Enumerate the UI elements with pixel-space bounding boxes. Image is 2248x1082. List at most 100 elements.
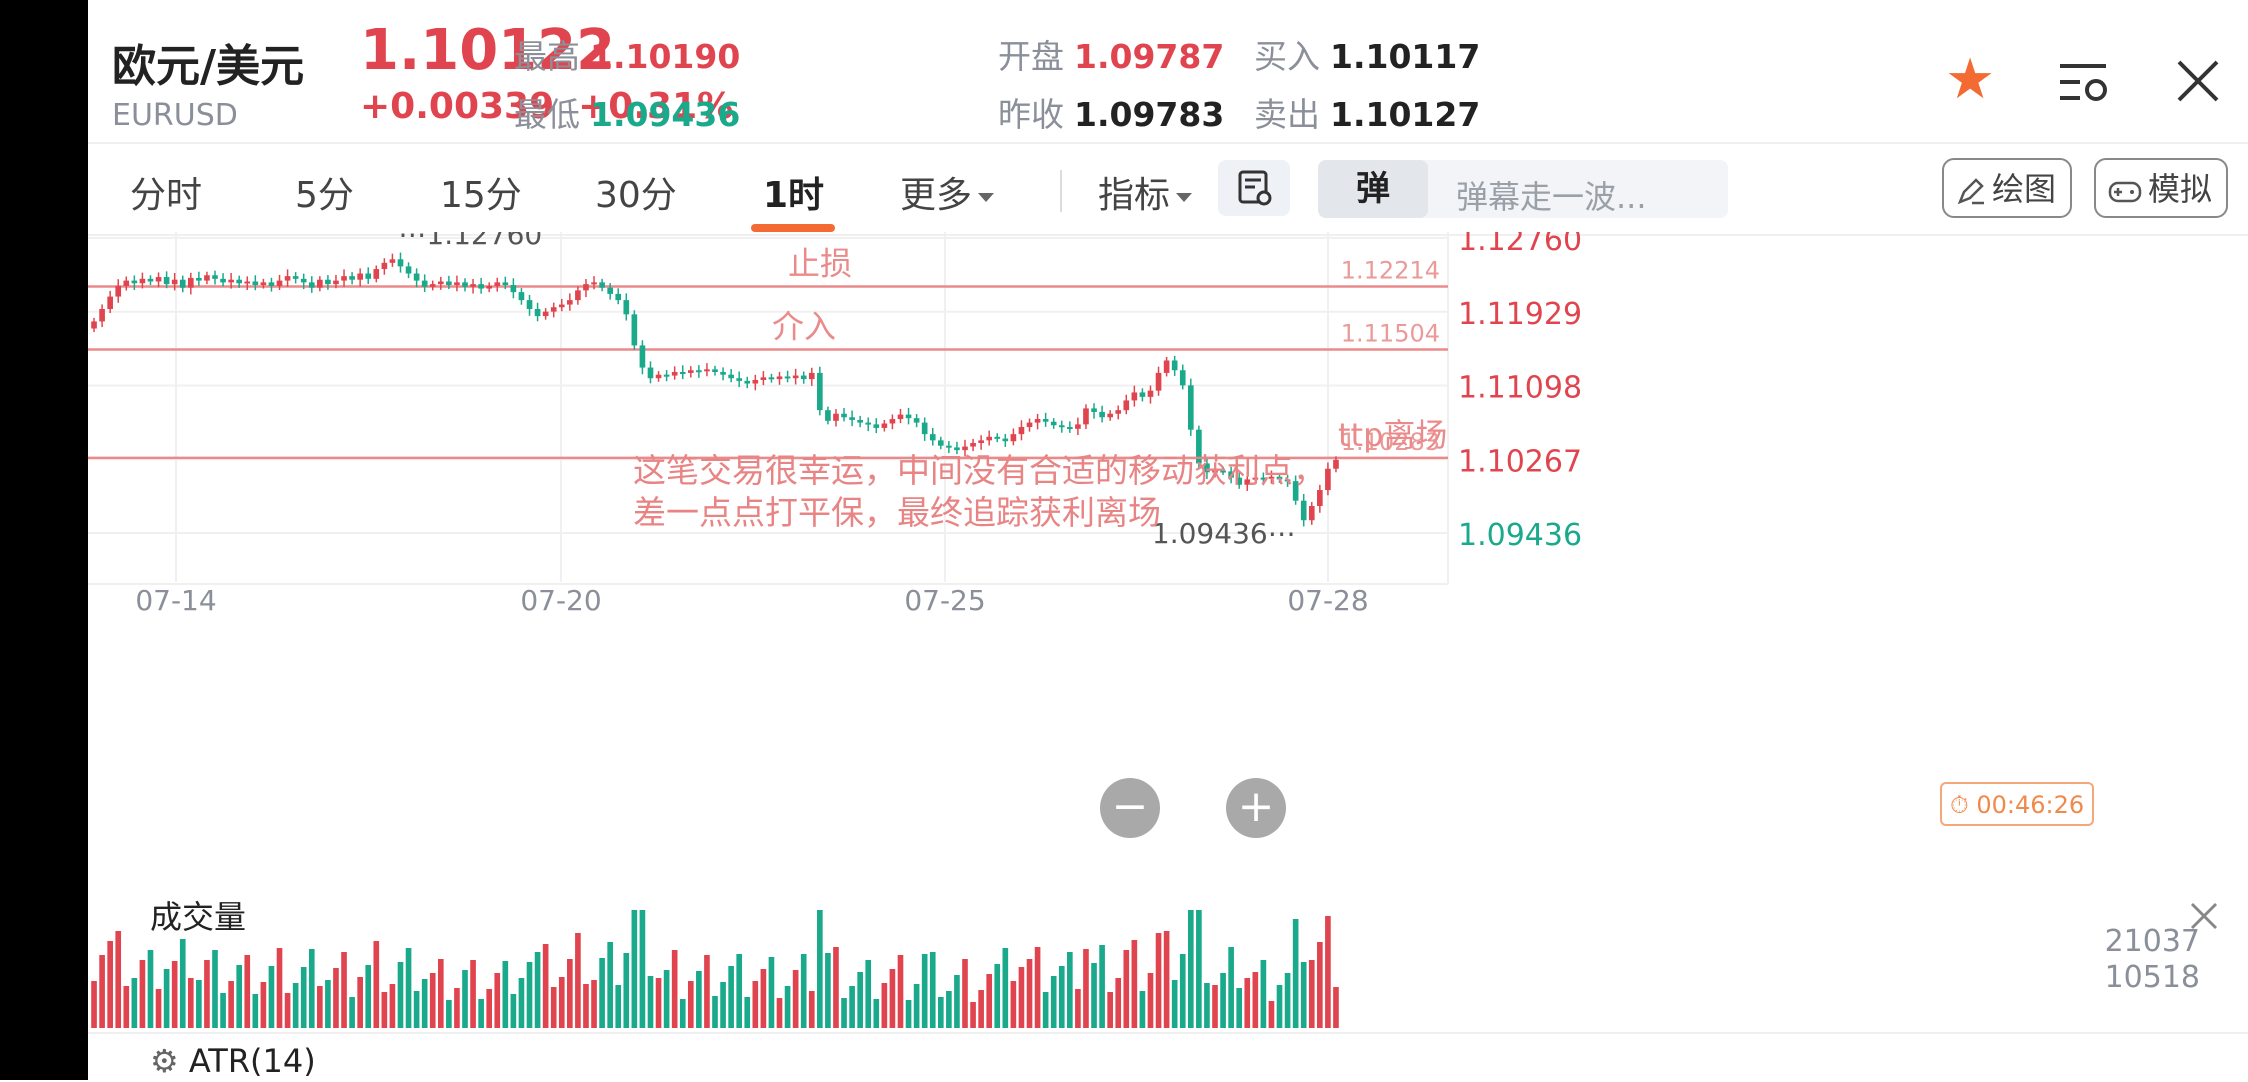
volume-bar [663,970,670,1028]
candle-body [1187,385,1194,430]
volume-bar [1187,910,1194,1028]
chart-settings-button[interactable] [1218,160,1290,216]
volume-bar [187,978,194,1028]
volume-bar [526,962,533,1028]
volume-bar [1050,976,1057,1028]
volume-bar [1228,947,1234,1028]
volume-bar [873,999,880,1028]
tab-15min[interactable]: 15分 [440,166,522,218]
simulate-button[interactable]: 模拟 [2094,158,2229,218]
volume-bar [825,953,831,1028]
volume-bar [567,959,573,1028]
volume-bar [91,981,97,1028]
volume-bar [478,999,484,1028]
candle-body [1010,434,1017,442]
volume-bar [1220,973,1226,1028]
volume-bar [954,975,960,1028]
candle-body [631,314,638,346]
volume-bar [784,986,791,1028]
volume-bar [986,974,993,1028]
volume-bar [317,986,323,1028]
volume-bar [518,978,525,1028]
volume-bar [437,959,444,1028]
volume-bar [534,952,541,1028]
candle-body [1115,410,1122,414]
volume-bar [728,966,734,1028]
volume-bar [599,958,605,1028]
volume-bar [671,950,678,1028]
candle-body [1058,425,1065,428]
danmu-toggle[interactable]: 弹 [1318,160,1428,218]
candle-body [607,287,613,294]
candle-body [1139,392,1146,397]
price-chart[interactable]: 1.12760 1.11929 1.11098 1.10267 1.09436 07-14… [88,232,2248,892]
candle-body [91,321,97,329]
volume-bar [889,969,896,1028]
candle-body [808,372,815,380]
quote-screen: 欧元/美元 EURUSD 1.10122 +0.00339 +0.31% 最高 1.… [88,0,2248,1080]
tab-1hour[interactable]: 1时 [763,166,824,218]
candle-body [308,282,315,288]
candle-body [994,436,1001,439]
candle-body [204,275,210,281]
volume-bar [155,989,162,1028]
volume-bar [163,969,170,1028]
clock-icon: ⏱ [1950,791,1969,819]
volume-bar [744,997,751,1028]
volume-bar [462,970,468,1028]
tab-timeshare[interactable]: 分时 [130,166,202,218]
indicator-dropdown[interactable]: 指标 [1098,166,1193,218]
tab-more[interactable]: 更多 [900,166,995,218]
volume-bar [1010,981,1017,1028]
candle-body [478,284,484,289]
candle-body [1163,360,1170,373]
tab-5min[interactable]: 5分 [295,166,354,218]
stat-bid: 买入 1.10117 [1254,37,1481,76]
volume-bar [244,955,251,1028]
candle-body [946,445,952,448]
volume-bar [946,991,952,1028]
level-price-label: 1.12214 [1341,256,1440,284]
candle-body [704,369,710,372]
candle-body [696,370,702,373]
volume-bar [220,993,226,1028]
volume-bar [841,998,847,1028]
candle-body [728,374,734,379]
candle-body [1300,500,1307,521]
x-tick-label: 07-20 [520,584,601,617]
candle-body [905,414,912,419]
close-icon[interactable] [2173,56,2223,106]
danmu-input[interactable]: 弹幕走一波... [1456,172,1647,218]
atr-label[interactable]: ⚙ ATR(14) [150,1042,316,1080]
star-icon[interactable]: ★ [1945,52,1995,108]
timeframe-toolbar: 分时 5分 15分 30分 1时 更多 指标 弹 弹幕走一波... 绘图 模拟 [88,142,2248,236]
x-tick-label: 07-28 [1287,584,1368,617]
volume-bar [204,960,210,1028]
candle-body [752,379,759,384]
tab-30min[interactable]: 30分 [595,166,677,218]
candle-body [744,380,751,384]
volume-bar [308,949,315,1028]
candle-body [212,275,218,279]
candle-body [1317,490,1323,507]
candle-body [397,259,404,267]
menu-settings-icon[interactable] [2058,60,2110,106]
volume-bar [1244,978,1251,1028]
volume-bar [397,962,404,1028]
candle-body [1171,360,1178,371]
candle-body [413,273,420,281]
chevron-down-icon [1176,192,1193,202]
zoom-out-button[interactable]: − [1100,778,1160,838]
zoom-in-button[interactable]: + [1226,778,1286,838]
candle-body [534,308,541,317]
volume-bar [558,977,565,1028]
volume-bar [550,987,557,1028]
atr-panel: ⚙ ATR(14) [88,1032,2248,1082]
volume-bar [131,978,138,1028]
candle-body [720,372,726,375]
candle-body [220,278,226,283]
candle-body [381,262,388,270]
volume-bar [905,1000,912,1028]
volume-bar [276,948,283,1028]
draw-button[interactable]: 绘图 [1942,158,2073,218]
